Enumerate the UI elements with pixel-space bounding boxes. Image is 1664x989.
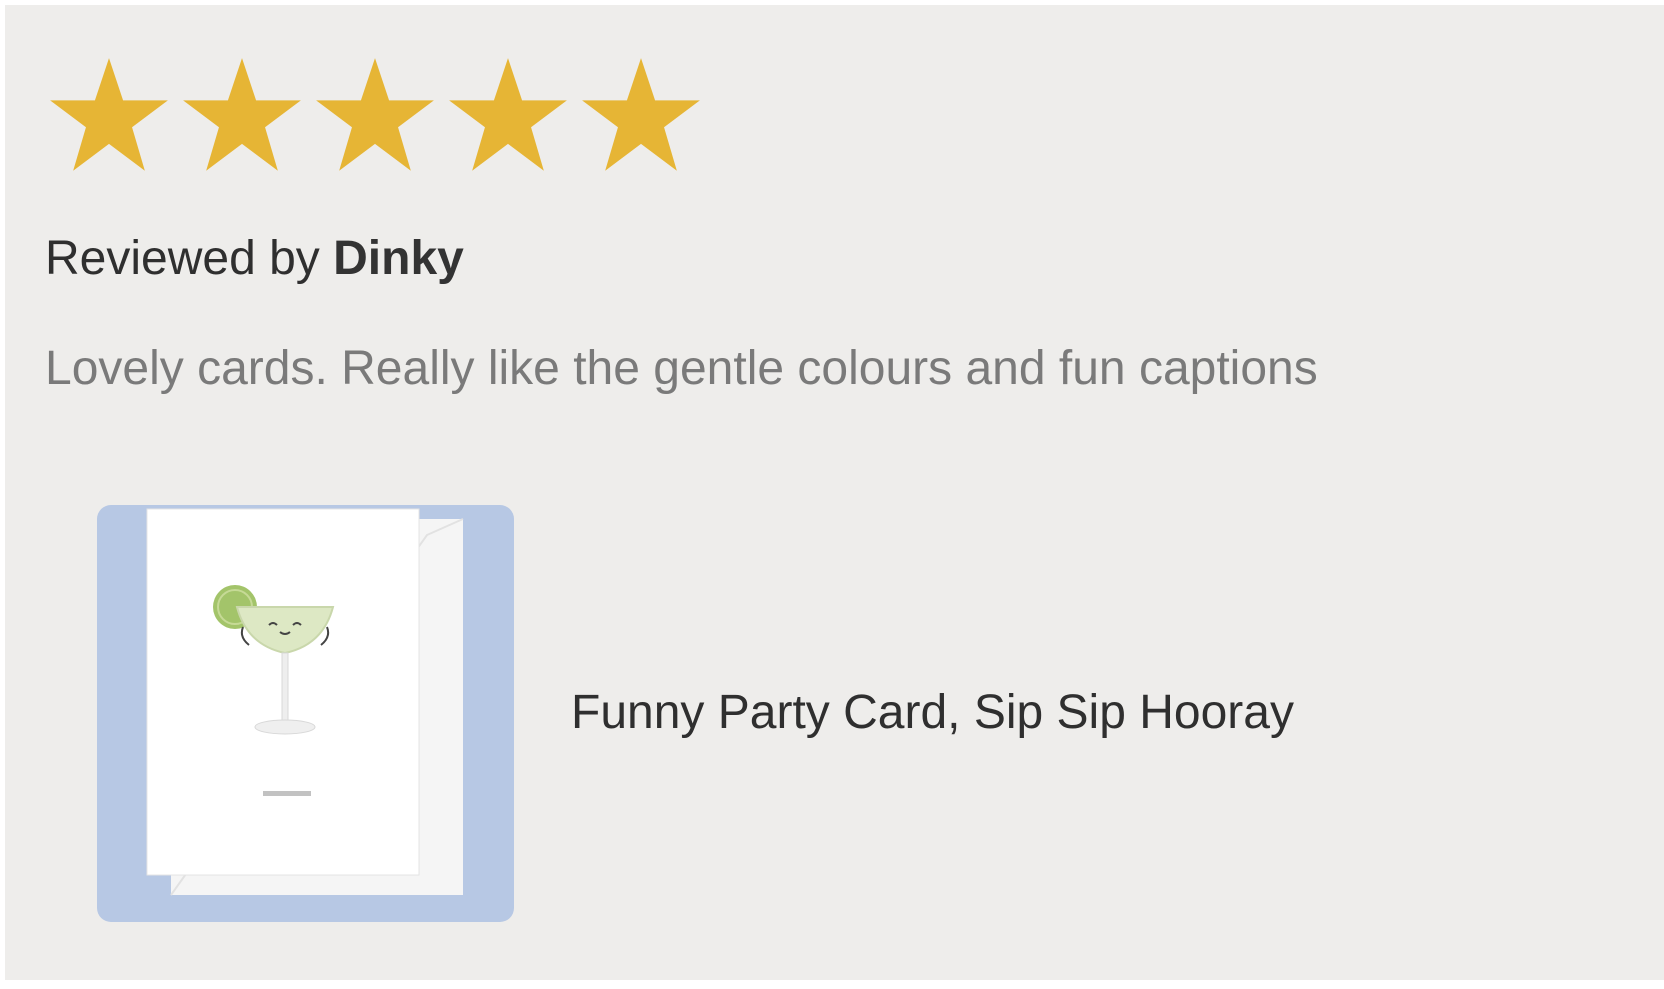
star-icon	[311, 53, 439, 181]
reviewer-line: Reviewed by Dinky	[45, 231, 464, 287]
star-icon	[444, 53, 572, 181]
reviewer-name: Dinky	[333, 232, 464, 285]
review-text: Lovely cards. Really like the gentle col…	[45, 342, 1318, 395]
reviewed-by-label: Reviewed by	[45, 232, 334, 285]
review-card: Reviewed by Dinky Lovely cards. Really l…	[5, 5, 1664, 980]
star-icon	[45, 53, 173, 181]
margarita-card-icon	[146, 508, 464, 896]
star-icon	[178, 53, 306, 181]
product-title-link[interactable]: Funny Party Card, Sip Sip Hooray	[571, 685, 1294, 741]
star-rating	[45, 53, 705, 181]
product-thumbnail[interactable]	[97, 505, 514, 922]
star-icon	[577, 53, 705, 181]
